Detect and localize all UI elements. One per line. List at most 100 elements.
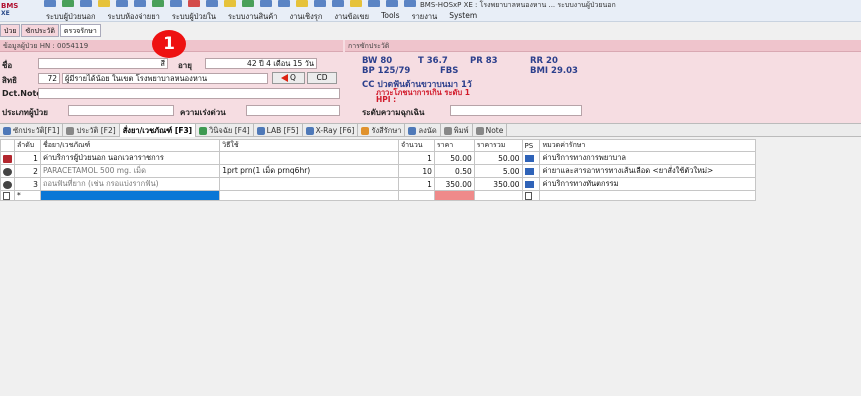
patient-type-field[interactable] bbox=[68, 105, 174, 116]
toolbar-icon[interactable] bbox=[278, 0, 290, 7]
queue-button[interactable]: Q bbox=[272, 72, 305, 84]
bmi-value: BMI 29.03 bbox=[530, 66, 578, 76]
row-total: 50.00 bbox=[473, 151, 523, 165]
urgency-field[interactable] bbox=[246, 105, 340, 116]
col-header-name[interactable]: ชื่อยา/เวชภัณฑ์ bbox=[39, 139, 221, 152]
toolbar-icon[interactable] bbox=[260, 0, 272, 7]
app-logo: BMS XE bbox=[1, 2, 19, 17]
document-icon bbox=[66, 126, 75, 135]
toolbar-icon[interactable] bbox=[332, 0, 344, 7]
row-name[interactable]: PARACETAMOL 500 mg. เม็ด bbox=[39, 164, 221, 178]
tab-record-f2[interactable]: ประวัติ [F2] bbox=[63, 124, 120, 137]
history-panel-header: การซักประวัติ bbox=[345, 40, 861, 52]
age-field[interactable]: 42 ปี 4 เดือน 15 วัน bbox=[205, 58, 317, 69]
toolbar-icon[interactable] bbox=[152, 0, 164, 7]
toolbar-icon[interactable] bbox=[134, 0, 146, 7]
col-header-no[interactable]: ลำดับ bbox=[14, 139, 41, 152]
toolbar-icon[interactable] bbox=[98, 0, 110, 7]
toolbar-icon[interactable] bbox=[368, 0, 380, 7]
new-price-cell bbox=[433, 190, 475, 201]
tab-appointment[interactable]: ลงนัด bbox=[405, 124, 441, 137]
new-qty-cell[interactable] bbox=[398, 190, 435, 201]
toolbar-icon[interactable] bbox=[296, 0, 308, 7]
top-toolbar: BMS XE BMS-HOSxP XE : โรงพยาบาลหนองหาน ..… bbox=[0, 0, 861, 22]
col-header-qty[interactable]: จำนวน bbox=[398, 139, 435, 152]
tab-patient[interactable]: ป่วย bbox=[0, 24, 21, 37]
row-name[interactable]: ถอนฟันที่ยาก (เช่น กรอแบ่งรากฟัน) bbox=[39, 177, 221, 191]
row-price: 350.00 bbox=[433, 177, 475, 191]
new-category-cell bbox=[539, 190, 756, 201]
col-header-usage[interactable]: วิธีใช้ bbox=[219, 139, 400, 152]
tab-note[interactable]: Note bbox=[473, 124, 508, 137]
toolbar-icon[interactable] bbox=[386, 0, 398, 7]
right-name-field[interactable]: ผู้มีรายได้น้อย ในเขต โรงพยาบาลหนองหาน bbox=[62, 73, 268, 84]
row-usage[interactable] bbox=[219, 151, 400, 165]
toolbar-icon[interactable] bbox=[44, 0, 56, 7]
row-category: ค่ายาและสารอาหารทางเส้นเลือด <ยาสั่งใช้ต… bbox=[539, 164, 756, 178]
table-row[interactable]: 1 ค่าบริการผู้ป่วยนอก นอกเวลาราชการ 1 50… bbox=[0, 151, 756, 165]
col-header-total[interactable]: ราคารวม bbox=[473, 139, 523, 152]
tab-diagnosis-f4[interactable]: วินิจฉัย [F4] bbox=[196, 124, 254, 137]
print-icon bbox=[443, 126, 452, 135]
menu-item[interactable]: ระบบงานสินค้า bbox=[222, 11, 284, 23]
col-header-price[interactable]: ราคา bbox=[433, 139, 475, 152]
menu-item[interactable]: งานเชิงรุก bbox=[283, 11, 328, 23]
tab-xray-f6[interactable]: X-Ray [F6] bbox=[303, 124, 359, 137]
tab-history-f1[interactable]: ซักประวัติ[F1] bbox=[0, 124, 64, 137]
tab-history[interactable]: ซักประวัติ bbox=[21, 24, 59, 37]
table-new-row[interactable]: * bbox=[0, 190, 756, 201]
menu-item[interactable]: Tools bbox=[375, 11, 405, 23]
toolbar-icon[interactable] bbox=[404, 0, 416, 7]
new-usage-cell[interactable] bbox=[219, 190, 400, 201]
tab-print[interactable]: พิมพ์ bbox=[441, 124, 473, 137]
patient-type-label: ประเภทผู้ป่วย bbox=[2, 108, 48, 117]
toolbar-icon[interactable] bbox=[170, 0, 182, 7]
hpi-label: HPI : bbox=[376, 95, 397, 104]
tab-radiotherapy[interactable]: รังสีรักษา bbox=[358, 124, 406, 137]
cd-button[interactable]: CD bbox=[307, 72, 337, 84]
toolbar-icon[interactable] bbox=[350, 0, 362, 7]
pr-value: PR 83 bbox=[470, 56, 498, 66]
menu-item[interactable]: รายงาน bbox=[406, 11, 444, 23]
row-qty[interactable]: 1 bbox=[398, 177, 435, 191]
menu-item[interactable]: งานข้อเขย bbox=[328, 11, 375, 23]
menu-item[interactable]: System bbox=[443, 11, 483, 23]
tab-prescription-f3[interactable]: สั่งยา/เวชภัณฑ์ [F3] bbox=[119, 124, 197, 137]
tab-examination[interactable]: ตรวจรักษา bbox=[59, 24, 101, 37]
row-name[interactable]: ค่าบริการผู้ป่วยนอก นอกเวลาราชการ bbox=[39, 151, 221, 165]
toolbar-icon[interactable] bbox=[62, 0, 74, 7]
row-qty[interactable]: 1 bbox=[398, 151, 435, 165]
toolbar-icon[interactable] bbox=[206, 0, 218, 7]
history-icon bbox=[3, 126, 11, 135]
row-usage[interactable]: 1prt prn(1 เม็ด prnq6hr) bbox=[219, 164, 400, 178]
row-category: ค่าบริการทางทันตกรรม bbox=[539, 177, 756, 191]
toolbar-icon[interactable] bbox=[80, 0, 92, 7]
table-row[interactable]: 2 PARACETAMOL 500 mg. เม็ด 1prt prn(1 เม… bbox=[0, 164, 756, 178]
drug-icon bbox=[3, 167, 12, 176]
toolbar-icon[interactable] bbox=[224, 0, 236, 7]
toolbar-icon[interactable] bbox=[116, 0, 128, 7]
dct-note-field[interactable] bbox=[38, 88, 340, 99]
service-icon bbox=[3, 154, 12, 163]
menu-item[interactable]: ระบบผู้ป่วยใน bbox=[166, 11, 222, 23]
row-no: 2 bbox=[14, 164, 41, 178]
menu-item[interactable]: ระบบผู้ป่วยนอก bbox=[40, 11, 102, 23]
toolbar-icon[interactable] bbox=[314, 0, 326, 7]
severity-field[interactable] bbox=[450, 105, 582, 116]
right-code-field[interactable]: 72 bbox=[38, 73, 60, 84]
table-row[interactable]: 3 ถอนฟันที่ยาก (เช่น กรอแบ่งรากฟัน) 1 35… bbox=[0, 177, 756, 191]
row-qty[interactable]: 10 bbox=[398, 164, 435, 178]
ps-indicator bbox=[524, 181, 534, 188]
new-item-input[interactable] bbox=[39, 190, 221, 201]
toolbar-icon[interactable] bbox=[242, 0, 254, 7]
tab-lab-f5[interactable]: LAB [F5] bbox=[254, 124, 303, 137]
col-header-category[interactable]: หมวดค่ารักษา bbox=[539, 139, 756, 152]
document-icon bbox=[3, 192, 10, 200]
row-usage[interactable] bbox=[219, 177, 400, 191]
col-header-ps[interactable]: PS bbox=[521, 139, 541, 152]
menu-item[interactable]: ระบบห้องจ่ายยา bbox=[102, 11, 166, 23]
toolbar-icon[interactable] bbox=[188, 0, 200, 7]
name-field[interactable]: สี bbox=[38, 58, 168, 69]
step-badge: 1 bbox=[152, 30, 186, 58]
urgency-label: ความเร่งด่วน bbox=[180, 108, 226, 117]
